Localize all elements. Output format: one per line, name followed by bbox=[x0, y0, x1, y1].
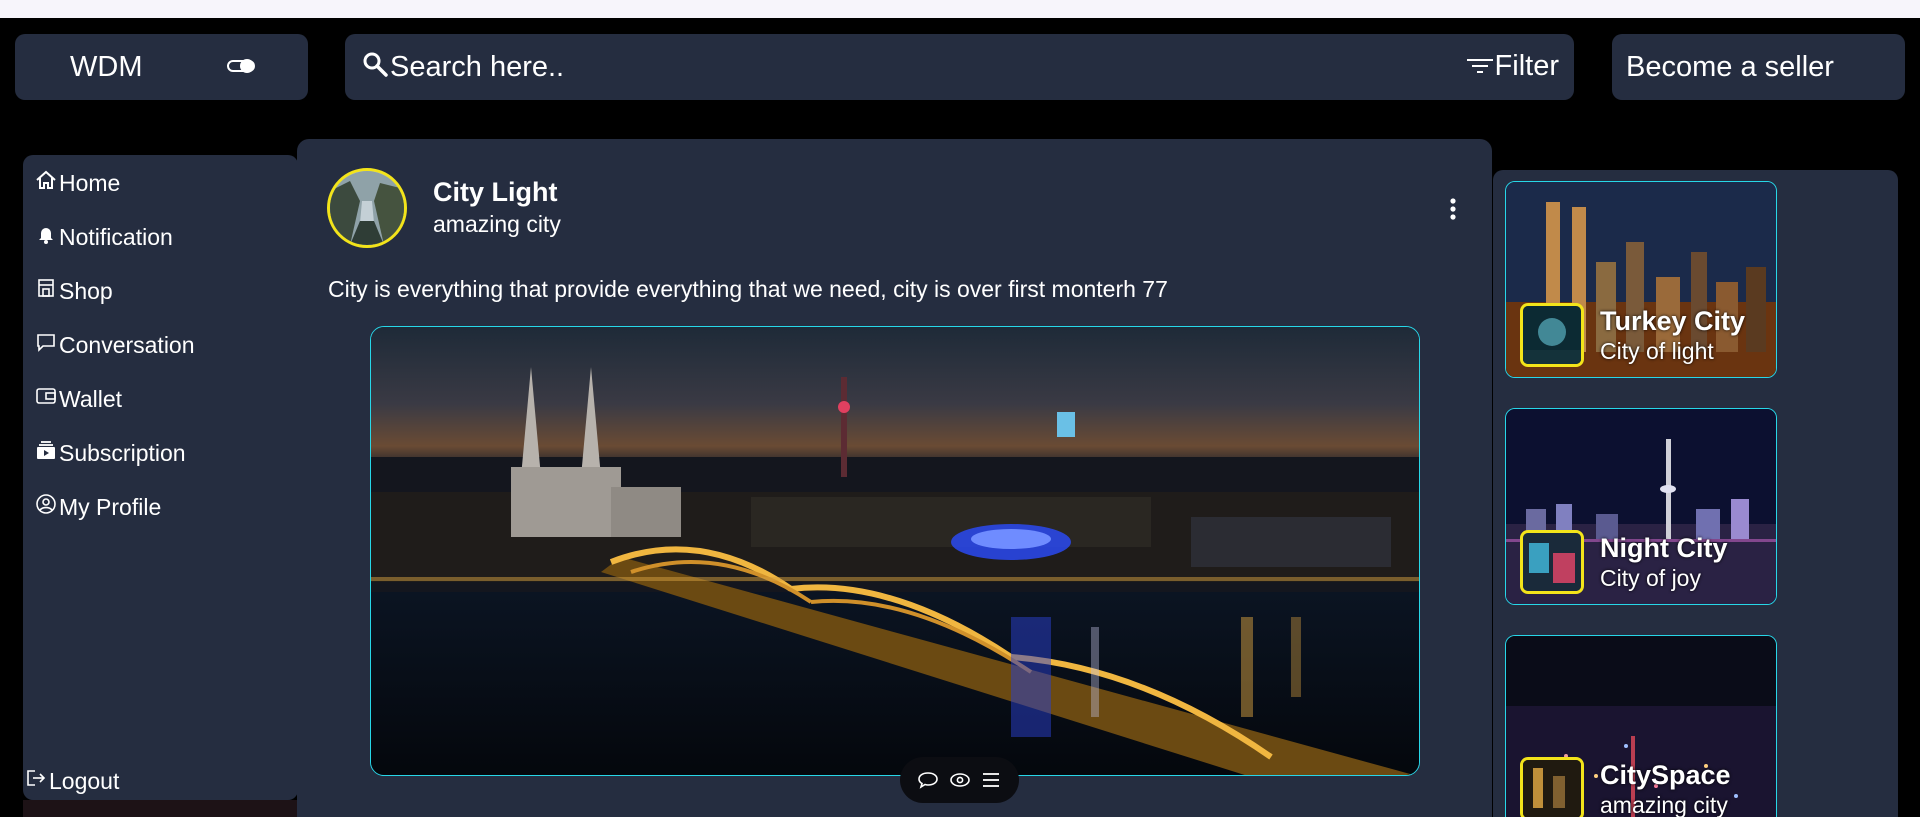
city-card-subtitle: City of joy bbox=[1600, 565, 1701, 591]
become-seller-button[interactable]: Become a seller bbox=[1612, 34, 1905, 100]
search-bar: Filter bbox=[345, 34, 1574, 100]
city-card-title: Night City bbox=[1600, 533, 1728, 563]
logout-icon bbox=[27, 770, 46, 786]
profile-icon bbox=[36, 494, 56, 514]
sidebar-item-logout[interactable]: Logout bbox=[25, 767, 119, 795]
filter-label: Filter bbox=[1494, 50, 1559, 82]
sidebar-item-label: Logout bbox=[49, 768, 120, 794]
sidebar-item-label: Conversation bbox=[59, 332, 195, 358]
search-icon[interactable] bbox=[361, 50, 391, 80]
city-card-subtitle: City of light bbox=[1600, 338, 1714, 364]
sidebar-item-wallet[interactable]: Wallet bbox=[35, 385, 122, 413]
sidebar-item-my-profile[interactable]: My Profile bbox=[35, 493, 161, 521]
menu-icon[interactable] bbox=[980, 770, 1002, 790]
theme-toggle[interactable] bbox=[225, 54, 259, 78]
sidebar-item-label: Subscription bbox=[59, 440, 186, 466]
home-icon bbox=[36, 170, 56, 189]
post-subtitle: amazing city bbox=[433, 211, 561, 237]
city-card[interactable]: Turkey City City of light bbox=[1505, 181, 1777, 378]
chat-icon bbox=[37, 334, 55, 352]
post-card: City Light amazing city City is everythi… bbox=[297, 139, 1492, 817]
more-options-icon[interactable] bbox=[1443, 194, 1463, 224]
city-card[interactable]: CitySpace amazing city bbox=[1505, 635, 1777, 817]
filter-icon bbox=[1466, 58, 1493, 73]
city-card-thumbnail bbox=[1520, 757, 1584, 817]
sidebar-item-notification[interactable]: Notification bbox=[35, 223, 173, 251]
post-actions bbox=[900, 757, 1019, 803]
sidebar-item-subscription[interactable]: Subscription bbox=[35, 439, 186, 467]
sidebar-item-home[interactable]: Home bbox=[35, 169, 120, 197]
sidebar-item-label: Notification bbox=[59, 224, 173, 250]
city-card[interactable]: Night City City of joy bbox=[1505, 408, 1777, 605]
sidebar-item-label: Shop bbox=[59, 278, 113, 304]
filter-button[interactable]: Filter bbox=[1465, 50, 1559, 83]
sidebar-item-shop[interactable]: Shop bbox=[35, 277, 113, 305]
sidebar-footer bbox=[23, 800, 298, 817]
subscription-icon bbox=[37, 441, 55, 459]
shop-icon bbox=[38, 279, 54, 297]
avatar[interactable] bbox=[327, 168, 407, 248]
post-image bbox=[370, 326, 1420, 776]
sidebar-item-label: Home bbox=[59, 170, 121, 196]
become-seller-label: Become a seller bbox=[1626, 50, 1834, 83]
city-card-title: CitySpace bbox=[1600, 760, 1731, 790]
brand-box: WDM bbox=[15, 34, 308, 100]
sidebar: Home Notification Shop Conversation Wall… bbox=[23, 155, 298, 800]
comment-icon[interactable] bbox=[917, 770, 939, 790]
view-icon[interactable] bbox=[949, 770, 971, 790]
wallet-icon bbox=[36, 388, 56, 404]
post-text: City is everything that provide everythi… bbox=[328, 276, 1168, 302]
city-card-subtitle: amazing city bbox=[1600, 792, 1728, 817]
sidebar-item-label: Wallet bbox=[59, 386, 123, 412]
city-card-thumbnail bbox=[1520, 303, 1584, 367]
city-card-title: Turkey City bbox=[1600, 306, 1746, 336]
bell-icon bbox=[39, 228, 53, 244]
brand-name: WDM bbox=[70, 50, 143, 83]
city-card-thumbnail bbox=[1520, 530, 1584, 594]
post-title: City Light bbox=[433, 177, 558, 207]
sidebar-item-label: My Profile bbox=[59, 494, 162, 520]
sidebar-item-conversation[interactable]: Conversation bbox=[35, 331, 195, 359]
top-strip bbox=[0, 0, 1920, 18]
search-input[interactable] bbox=[390, 47, 1370, 87]
featured-cities-panel: Turkey City City of light Night City Cit… bbox=[1493, 170, 1898, 817]
